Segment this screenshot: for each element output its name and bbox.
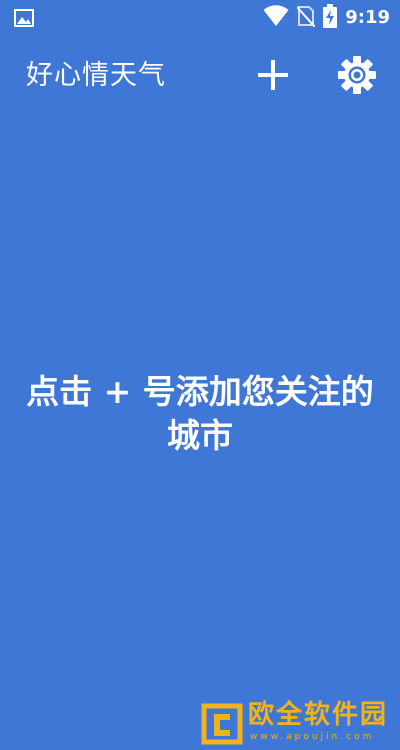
empty-state-message: 点击 + 号添加您关注的 城市	[0, 370, 400, 458]
image-notification-icon	[14, 9, 34, 27]
app-title: 好心情天气	[26, 60, 166, 91]
app-bar: 好心情天气	[0, 36, 400, 118]
battery-charging-icon	[323, 4, 338, 32]
watermark-text: 欧全软件园	[248, 700, 389, 730]
empty-message-line-1: 点击 + 号添加您关注的	[26, 372, 374, 411]
plus-icon	[258, 60, 288, 94]
wifi-icon	[263, 5, 289, 31]
status-right: 9:19	[263, 4, 390, 32]
status-time: 9:19	[345, 7, 390, 28]
watermark-logo-icon	[200, 702, 244, 746]
status-bar: 9:19	[0, 0, 400, 36]
watermark: 欧全软件园 www.apoujin.com	[200, 700, 396, 746]
watermark-url: www.apoujin.com	[250, 732, 375, 742]
empty-message-line-2: 城市	[167, 416, 233, 455]
gear-icon	[337, 55, 377, 99]
no-sim-icon	[296, 5, 316, 31]
add-city-button[interactable]	[250, 54, 296, 100]
settings-button[interactable]	[334, 54, 380, 100]
